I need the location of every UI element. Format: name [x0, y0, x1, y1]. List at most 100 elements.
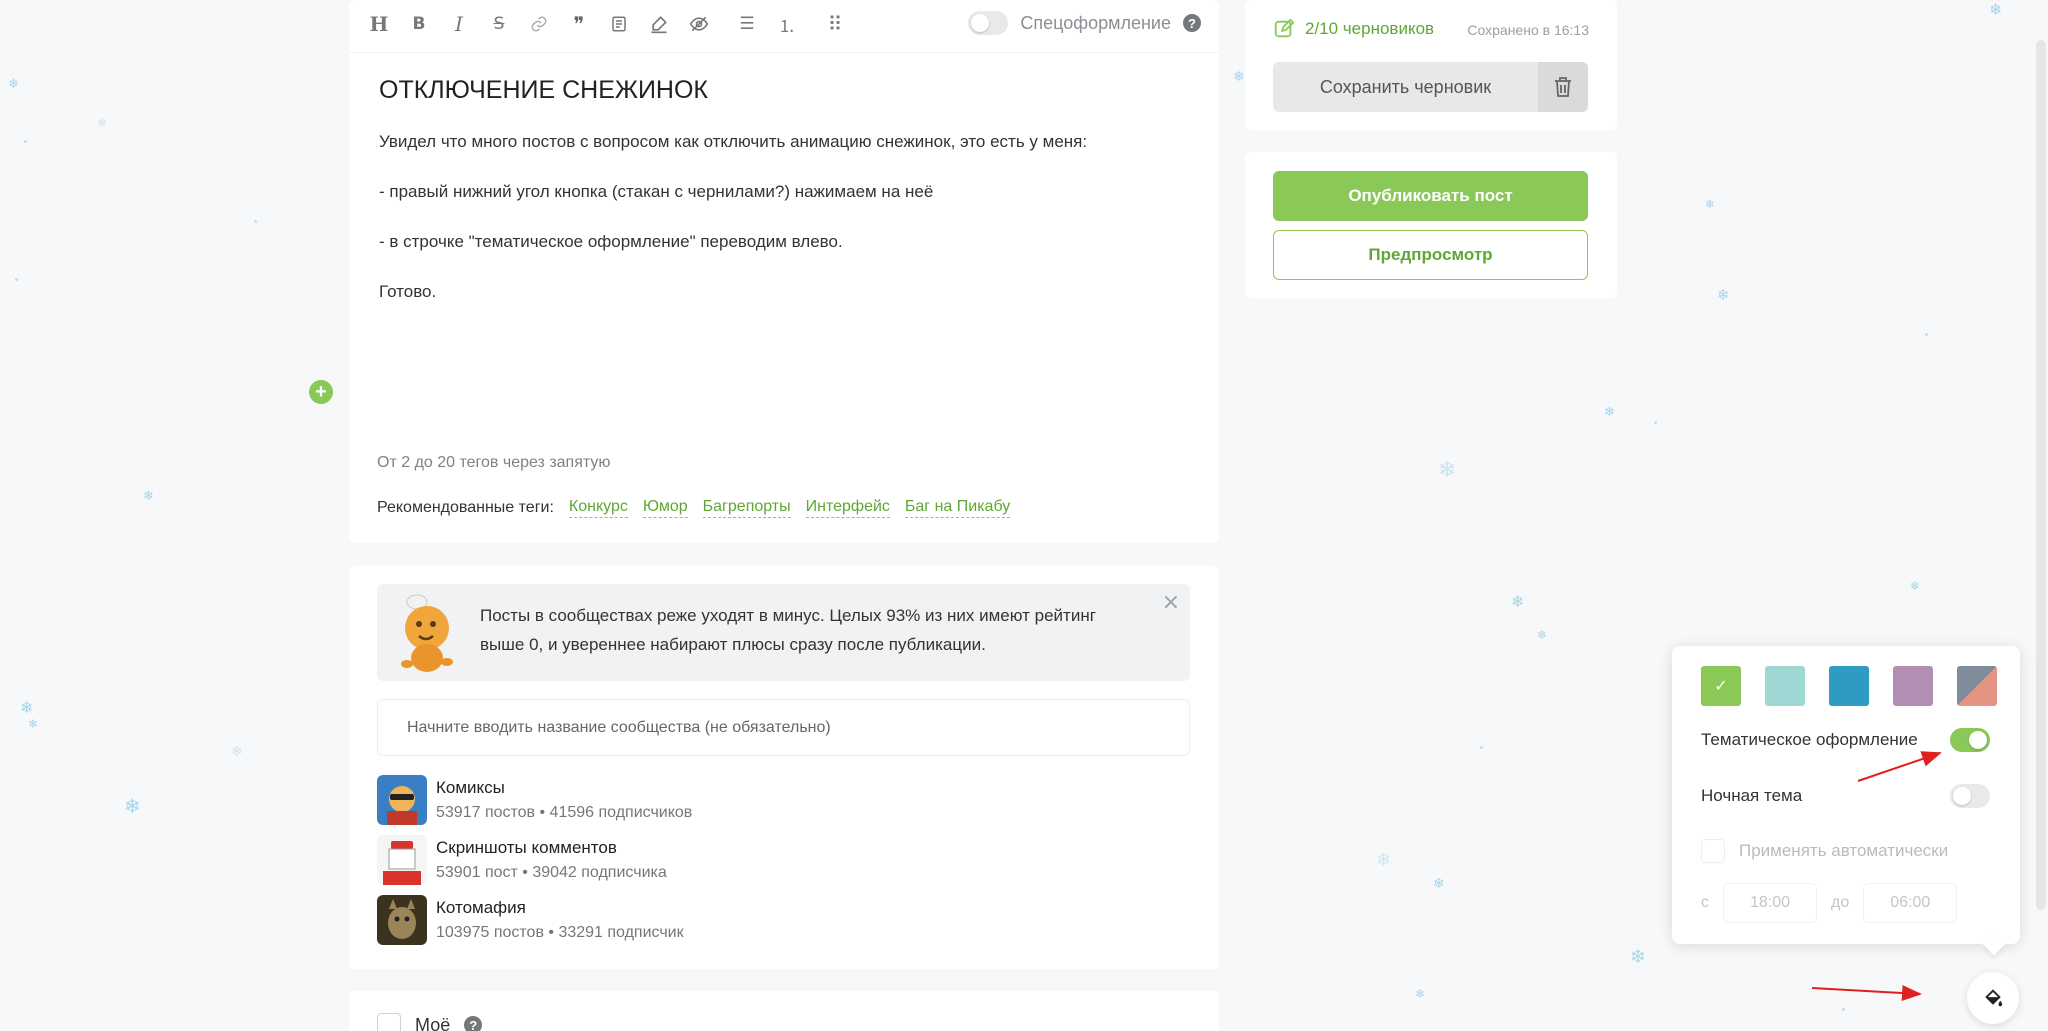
night-toggle[interactable]	[1950, 784, 1990, 808]
drag-icon[interactable]: ⠿	[815, 6, 855, 42]
moe-label: Моё	[415, 1014, 451, 1031]
recommended-tags: Рекомендованные теги: Конкурс Юмор Багре…	[377, 498, 1025, 518]
close-icon[interactable]: ×	[1162, 590, 1180, 615]
snowflake-dot	[24, 140, 27, 143]
community-item[interactable]: Котомафия 103975 постов • 33291 подписчи…	[377, 895, 684, 945]
snowflake-icon: ❄	[1376, 850, 1392, 871]
theme-settings-popup: ✓ Тематическое оформление Ночная тема Пр…	[1672, 646, 2020, 944]
help-icon[interactable]: ?	[1183, 14, 1201, 32]
color-swatch-green[interactable]: ✓	[1701, 666, 1741, 706]
recommended-tag[interactable]: Интерфейс	[805, 498, 890, 518]
recommended-tag[interactable]: Багрепорты	[702, 498, 791, 518]
snowflake-icon: ❄	[28, 717, 39, 731]
tags-input[interactable]: От 2 до 20 тегов через запятую	[377, 454, 610, 472]
snowflake-icon: ❄	[1604, 405, 1615, 420]
community-avatar	[377, 835, 427, 885]
strikethrough-icon[interactable]: S	[479, 6, 519, 42]
post-editor: H B I S ❞ ☰ ⒈ ⠿ Спецоформление ? ОТКЛЮЧЕ…	[349, 0, 1219, 543]
edit-icon	[1274, 18, 1295, 38]
auto-apply-setting: Применять автоматически	[1701, 839, 1948, 863]
recommended-tag[interactable]: Конкурс	[568, 498, 628, 518]
annotation-arrow	[1811, 985, 1922, 1001]
recommended-tag[interactable]: Баг на Пикабу	[904, 498, 1011, 518]
page-scrollbar[interactable]	[2036, 40, 2046, 910]
save-draft-button[interactable]: Сохранить черновик	[1273, 62, 1538, 112]
snowflake-dot	[1842, 1008, 1845, 1011]
post-paragraph[interactable]: - правый нижний угол кнопка (стакан с че…	[379, 182, 933, 202]
heading-icon[interactable]: H	[359, 6, 399, 42]
to-time-input[interactable]: 06:00	[1863, 883, 1958, 923]
snowflake-icon: ❄	[231, 744, 243, 760]
numbered-list-icon[interactable]: ⒈	[767, 6, 807, 42]
post-paragraph[interactable]: Готово.	[379, 282, 436, 302]
special-formatting-toggle[interactable]	[968, 11, 1009, 35]
checkmark-icon: ✓	[1714, 678, 1728, 695]
color-swatch-blue[interactable]	[1829, 666, 1869, 706]
snowflake-icon: ❄	[97, 116, 108, 130]
formatting-toolbar: H B I S ❞ ☰ ⒈ ⠿	[359, 6, 855, 42]
bulleted-list-icon[interactable]: ☰	[727, 6, 767, 42]
community-search-input[interactable]: Начните вводить название сообщества (не …	[377, 699, 1190, 756]
moe-section: Моё ?	[349, 991, 1219, 1031]
saved-timestamp: Сохранено в 16:13	[1467, 22, 1589, 38]
snowflake-icon: ❄	[1233, 69, 1245, 85]
help-icon[interactable]: ?	[464, 1016, 483, 1031]
color-swatch-split[interactable]	[1957, 666, 1997, 706]
color-swatch-purple[interactable]	[1893, 666, 1933, 706]
snowflake-icon: ❄	[1415, 987, 1426, 1001]
highlight-icon[interactable]	[639, 6, 679, 42]
moe-checkbox[interactable]	[377, 1013, 401, 1031]
thematic-label: Тематическое оформление	[1701, 730, 1918, 749]
color-swatches: ✓	[1701, 666, 1997, 706]
recommended-tag[interactable]: Юмор	[642, 498, 688, 518]
save-draft-group: Сохранить черновик	[1273, 62, 1588, 112]
community-name: Комиксы	[436, 778, 505, 797]
recommended-tags-label: Рекомендованные теги:	[377, 499, 554, 516]
add-block-button[interactable]: +	[309, 380, 333, 404]
snowflake-icon: ❄	[1438, 458, 1457, 483]
spoiler-icon[interactable]	[679, 6, 719, 42]
community-tip-text: Посты в сообществах реже уходят в минус.…	[480, 606, 1096, 654]
snowflake-icon: ❄	[1433, 876, 1445, 892]
community-stats: 103975 постов • 33291 подписчик	[436, 924, 684, 941]
to-label: до	[1831, 894, 1850, 911]
quote-icon[interactable]: ❞	[559, 6, 599, 42]
paragraph-icon[interactable]	[599, 6, 639, 42]
community-selector: Посты в сообществах реже уходят в минус.…	[349, 566, 1219, 969]
auto-apply-label: Применять автоматически	[1739, 841, 1949, 860]
thematic-setting: Тематическое оформление	[1701, 728, 1990, 752]
snowflake-dot	[254, 220, 257, 223]
drafts-panel: 2/10 черновиков Сохранено в 16:13 Сохран…	[1245, 0, 1617, 130]
bold-icon[interactable]: B	[399, 6, 439, 42]
color-swatch-teal[interactable]	[1765, 666, 1805, 706]
preview-button[interactable]: Предпросмотр	[1273, 230, 1588, 280]
trash-icon	[1555, 77, 1571, 97]
toolbar-divider	[349, 52, 1219, 53]
night-setting: Ночная тема	[1701, 784, 1990, 808]
snowflake-icon: ❄	[8, 77, 19, 92]
special-formatting-label: Спецоформление	[1020, 12, 1171, 33]
post-paragraph[interactable]: Увидел что много постов с вопросом как о…	[379, 132, 1087, 152]
thematic-toggle[interactable]	[1950, 728, 1990, 752]
snowflake-icon: ❄	[1989, 0, 2003, 19]
snowflake-dot	[1654, 421, 1657, 424]
delete-draft-button[interactable]	[1538, 62, 1588, 112]
community-tip-banner: Посты в сообществах реже уходят в минус.…	[377, 584, 1190, 681]
from-time-input[interactable]: 18:00	[1723, 883, 1817, 923]
community-item[interactable]: Скриншоты комментов 53901 пост • 39042 п…	[377, 835, 667, 885]
moe-option: Моё ?	[377, 1013, 483, 1031]
italic-icon[interactable]: I	[439, 6, 479, 42]
auto-apply-checkbox[interactable]	[1701, 839, 1725, 863]
snowflake-icon: ❄	[1537, 628, 1548, 642]
snowflake-icon: ❄	[1630, 946, 1646, 968]
post-title[interactable]: ОТКЛЮЧЕНИЕ СНЕЖИНОК	[379, 76, 708, 105]
post-paragraph[interactable]: - в строчке "тематическое оформление" пе…	[379, 232, 843, 252]
link-icon[interactable]	[519, 6, 559, 42]
publish-button[interactable]: Опубликовать пост	[1273, 171, 1588, 221]
community-item[interactable]: Комиксы 53917 постов • 41596 подписчиков	[377, 775, 692, 825]
community-avatar	[377, 775, 427, 825]
drafts-link[interactable]: 2/10 черновиков	[1273, 18, 1434, 40]
theme-settings-button[interactable]	[1967, 972, 2019, 1024]
snowflake-icon: ❄	[143, 489, 154, 504]
community-name: Скриншоты комментов	[436, 838, 617, 857]
